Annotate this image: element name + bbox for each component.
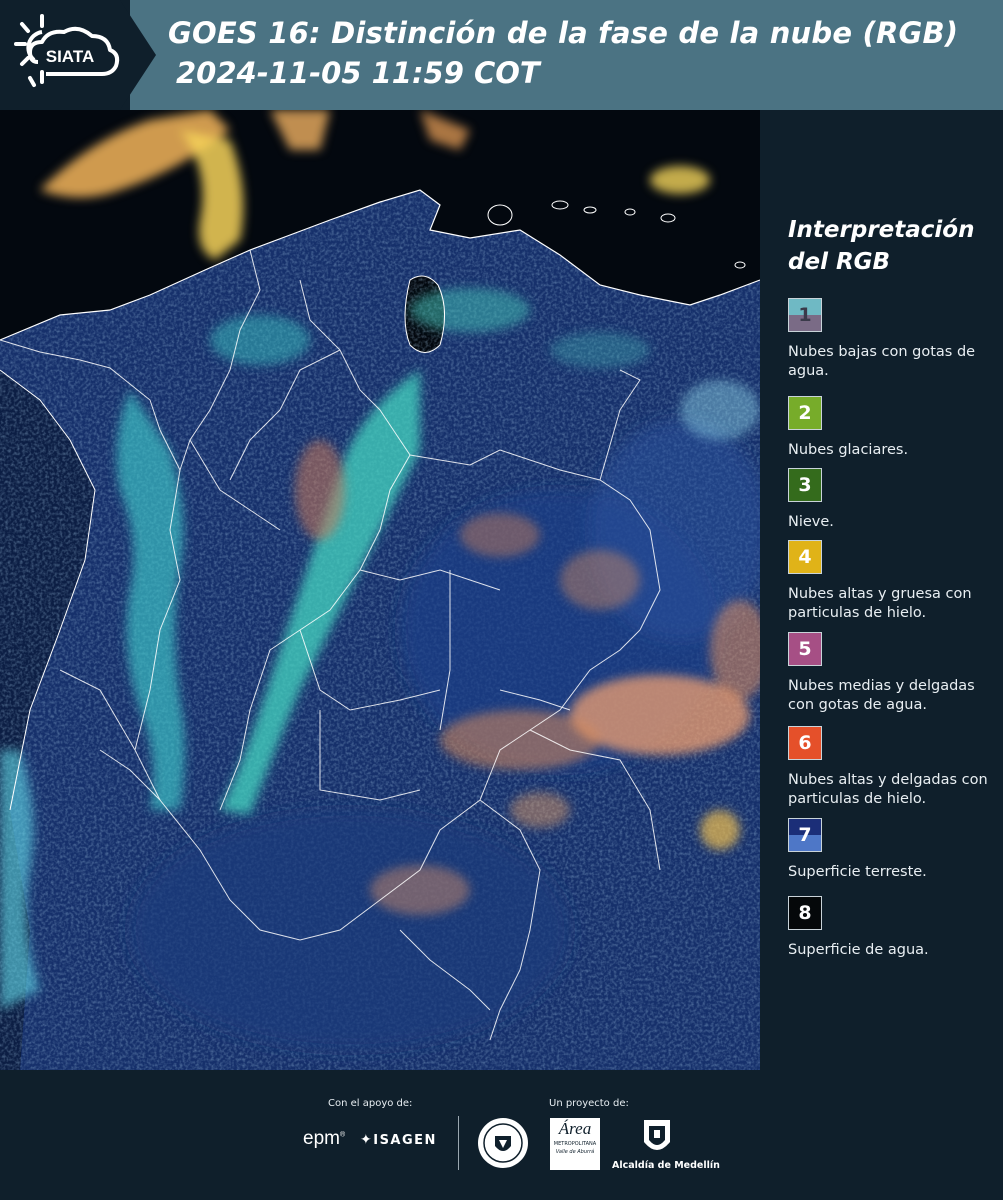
legend-item-1: 1 Nubes bajas con gotas de agua.	[788, 298, 1000, 381]
legend-number: 1	[798, 304, 812, 326]
legend-swatch: 7	[788, 818, 822, 852]
footer-separator	[458, 1116, 459, 1170]
legend-label: Nubes medias y delgadas con gotas de agu…	[788, 678, 975, 713]
legend-title: Interpretación del RGB	[788, 217, 975, 275]
legend-swatch: 1	[788, 298, 822, 332]
timestamp-title: 2024-11-05 11:59 COT	[176, 56, 540, 90]
legend-item-2: 2 Nubes glaciares.	[788, 396, 1000, 460]
epm-logo[interactable]: epm®	[303, 1128, 345, 1150]
support-caption: Con el apoyo de:	[328, 1098, 413, 1109]
legend-number: 7	[798, 824, 812, 846]
header-bar: SIATA GOES 16: Distinción de la fase de …	[0, 0, 1003, 110]
isagen-mark-icon: ✦	[360, 1132, 374, 1148]
legend-swatch: 2	[788, 396, 822, 430]
legend-label: Nubes altas y delgadas con particulas de…	[788, 772, 988, 807]
legend-item-7: 7 Superficie terreste.	[788, 818, 1000, 882]
isagen-logo-text: ISAGEN	[373, 1133, 437, 1148]
legend-number: 2	[798, 402, 812, 424]
alcaldia-shield-icon	[644, 1120, 670, 1150]
legend-number: 6	[798, 732, 812, 754]
alcaldia-label[interactable]: Alcaldía de Medellín	[612, 1160, 720, 1171]
siata-logo-text: SIATA	[46, 47, 94, 66]
area-logo-main: Área	[558, 1119, 592, 1138]
area-logo-sub2: Valle de Aburrá	[555, 1149, 595, 1155]
page: SIATA GOES 16: Distinción de la fase de …	[0, 0, 1003, 1200]
legend-label: Nubes bajas con gotas de agua.	[788, 344, 976, 379]
legend-label: Superficie de agua.	[788, 942, 929, 958]
legend-swatch: 3	[788, 468, 822, 502]
legend-item-8: 8 Superficie de agua.	[788, 896, 1000, 960]
legend-label: Nubes glaciares.	[788, 442, 909, 458]
legend-label: Nieve.	[788, 514, 834, 530]
legend-swatch: 6	[788, 726, 822, 760]
logo-arrow-shape	[120, 0, 156, 110]
legend-number: 3	[798, 474, 812, 496]
legend-panel: Interpretación del RGB 1 Nubes bajas con …	[760, 110, 1003, 1070]
legend-swatch: 4	[788, 540, 822, 574]
satellite-map[interactable]	[0, 110, 760, 1070]
siata-logo-icon[interactable]: SIATA	[12, 12, 124, 98]
isagen-logo[interactable]: ✦ISAGEN	[360, 1132, 437, 1148]
medellin-seal-icon[interactable]	[476, 1116, 530, 1170]
legend-item-4: 4 Nubes altas y gruesa con particulas de …	[788, 540, 1000, 623]
area-metropolitana-logo[interactable]: Área METROPOLITANA Valle de Aburrá	[550, 1118, 600, 1170]
legend-number: 5	[798, 638, 812, 660]
footer-bar: Con el apoyo de: Un proyecto de: epm® ✦I…	[0, 1070, 1003, 1200]
epm-logo-text: epm	[303, 1128, 340, 1149]
legend-swatch: 5	[788, 632, 822, 666]
legend-swatch: 8	[788, 896, 822, 930]
area-logo-sub: METROPOLITANA	[553, 1141, 597, 1147]
legend-item-6: 6 Nubes altas y delgadas con particulas d…	[788, 726, 1000, 809]
legend-item-3: 3 Nieve.	[788, 468, 1000, 532]
legend-item-5: 5 Nubes medias y delgadas con gotas de ag…	[788, 632, 1000, 715]
legend-number: 4	[798, 546, 812, 568]
legend-label: Nubes altas y gruesa con particulas de h…	[788, 586, 972, 621]
legend-label: Superficie terreste.	[788, 864, 927, 880]
satellite-image	[0, 110, 760, 1070]
project-caption: Un proyecto de:	[549, 1098, 629, 1109]
page-title: GOES 16: Distinción de la fase de la nub…	[168, 16, 959, 50]
legend-number: 8	[798, 902, 812, 924]
